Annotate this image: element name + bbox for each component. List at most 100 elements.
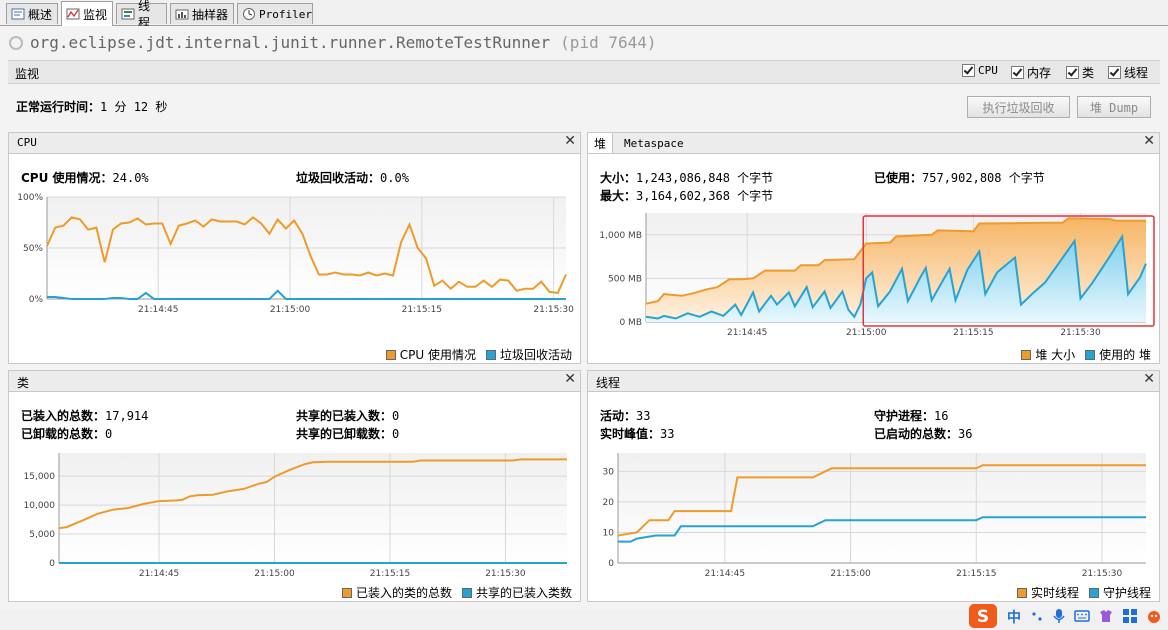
threads-live-value: 33 (636, 409, 651, 423)
y-tick-label: 50% (23, 244, 43, 254)
cpu-checkbox-box[interactable] (962, 64, 975, 77)
y-tick-label: 30 (603, 467, 615, 477)
threads-peak-stat: 实时峰值：33 (600, 425, 674, 442)
y-tick-label: 500 MB (608, 274, 642, 284)
heap-used-legend-swatch (1085, 349, 1096, 360)
tab-overview[interactable]: 概述 (6, 3, 58, 24)
perform-gc-button[interactable]: 执行垃圾回收 (967, 96, 1070, 118)
threads-checkbox[interactable]: 线程 (1108, 64, 1148, 81)
cpu-panel-header: CPU ✕ (9, 133, 580, 154)
heap-max-label: 最大： (600, 189, 637, 203)
tab-profiler-label: Profiler (259, 7, 312, 21)
heap-used-label: 已使用： (874, 171, 923, 185)
classes-panel: 类 ✕ 已装入的总数：17,914 已卸载的总数：0 共享的已装入数：0 共享的… (8, 370, 581, 602)
plot-area (59, 453, 567, 563)
x-tick-label: 21:14:45 (705, 569, 745, 579)
uptime-value: 1 分 12 秒 (100, 100, 168, 114)
overview-icon (11, 8, 25, 20)
skin-icon[interactable] (1098, 608, 1114, 624)
memory-checkbox-box[interactable] (1011, 66, 1024, 79)
shared-loaded-stat: 共享的已装入数：0 (296, 407, 399, 424)
tab-heap[interactable]: 堆 (588, 133, 614, 153)
heap-dump-button[interactable]: 堆 Dump (1077, 96, 1151, 118)
heap-panel: 堆 Metaspace ✕ 大小：1,243,086,848 个字节 最大：3,… (587, 132, 1160, 364)
x-tick-label: 21:15:30 (485, 569, 526, 579)
memory-checkbox[interactable]: 内存 (1011, 64, 1051, 81)
sampler-icon (175, 9, 189, 20)
profiler-icon (243, 8, 255, 20)
y-tick-label: 15,000 (24, 472, 56, 482)
live-threads-legend-swatch (1016, 587, 1027, 598)
svg-text:S: S (977, 607, 989, 627)
classes-panel-close-icon[interactable]: ✕ (564, 371, 576, 387)
cpu-panel-title: CPU (17, 136, 37, 149)
monitor-view: org.eclipse.jdt.internal.junit.runner.Re… (0, 26, 1168, 610)
keyboard-icon[interactable] (1074, 608, 1090, 624)
x-tick-label: 21:15:30 (1082, 569, 1123, 579)
cpu-panel-close-icon[interactable]: ✕ (564, 133, 576, 149)
shared-unloaded-value: 0 (392, 427, 400, 441)
tab-metaspace[interactable]: Metaspace (618, 133, 690, 153)
threads-icon (121, 8, 135, 20)
gc-legend-swatch (485, 349, 496, 360)
y-tick-label: 5,000 (29, 530, 55, 540)
sogou-ime-logo-icon[interactable]: S (968, 603, 998, 629)
threads-started-stat: 已启动的总数：36 (874, 425, 972, 442)
classes-checkbox-box[interactable] (1066, 66, 1079, 79)
x-tick-label: 21:15:00 (270, 305, 311, 315)
cpu-legend-usage: CPU 使用情况 (399, 348, 476, 362)
y-tick-label: 0 MB (619, 318, 642, 328)
threads-peak-value: 33 (660, 427, 675, 441)
microphone-icon[interactable] (1052, 608, 1066, 624)
tab-threads[interactable]: 线程 (116, 0, 167, 30)
shared-unloaded-label: 共享的已卸载数： (296, 427, 393, 441)
threads-checkbox-box[interactable] (1108, 66, 1121, 79)
shared-loaded-label: 共享的已装入数： (296, 409, 393, 423)
heap-legend-used: 使用的 堆 (1099, 348, 1151, 362)
heap-legend-size: 堆 大小 (1035, 348, 1076, 362)
punctuation-icon[interactable] (1030, 608, 1044, 624)
daemon-threads-legend-swatch (1088, 587, 1099, 598)
heap-legend: 堆 大小 使用的 堆 (1011, 346, 1151, 363)
gc-activity-value: 0.0% (380, 171, 409, 185)
cpu-usage-label: CPU 使用情况： (21, 171, 113, 185)
tab-profiler[interactable]: Profiler (237, 3, 313, 24)
classes-legend: 已装入的类的总数 共享的已装入类数 (332, 584, 572, 601)
threads-daemon-label: 守护进程： (874, 409, 935, 423)
monitor-icon (66, 8, 80, 20)
threads-panel-close-icon[interactable]: ✕ (1143, 371, 1155, 387)
x-tick-label: 21:15:00 (254, 569, 295, 579)
memory-checkbox-label: 内存 (1027, 66, 1052, 80)
classes-checkbox[interactable]: 类 (1066, 64, 1094, 81)
tab-sampler[interactable]: 抽样器 (170, 3, 234, 24)
ime-toolbar: S 中 (968, 602, 1162, 630)
x-tick-label: 21:15:15 (956, 569, 996, 579)
process-name: org.eclipse.jdt.internal.junit.runner.Re… (30, 33, 551, 52)
y-tick-label: 0 (608, 559, 614, 569)
threads-panel-header: 线程 ✕ (588, 371, 1159, 392)
tab-overview-label: 概述 (28, 7, 53, 22)
threads-panel-title: 线程 (596, 376, 621, 390)
tab-monitor[interactable]: 监视 (61, 1, 113, 26)
cpu-checkbox[interactable]: CPU (962, 64, 998, 77)
heap-panel-close-icon[interactable]: ✕ (1143, 133, 1155, 149)
x-tick-label: 21:15:00 (830, 569, 871, 579)
threads-panel: 线程 ✕ 活动：33 实时峰值：33 守护进程：16 已启动的总数：36 0 10… (587, 370, 1160, 602)
process-pid: (pid 7644) (560, 33, 657, 52)
toolbox-icon[interactable] (1122, 608, 1138, 624)
heap-used-value: 757,902,808 个字节 (922, 171, 1045, 185)
threads-live-label: 活动： (600, 409, 637, 423)
x-tick-label: 21:15:30 (533, 305, 574, 315)
mascot-icon[interactable] (1146, 608, 1162, 624)
classes-panel-header: 类 ✕ (9, 371, 580, 392)
cpu-checkbox-label: CPU (978, 64, 998, 77)
classes-checkbox-label: 类 (1082, 66, 1095, 80)
y-tick-label: 20 (603, 498, 615, 508)
gc-activity-stat: 垃圾回收活动：0.0% (296, 169, 409, 186)
threads-started-label: 已启动的总数： (874, 427, 959, 441)
y-tick-label: 1,000 MB (599, 231, 642, 241)
classes-panel-title: 类 (17, 376, 30, 390)
classes-unloaded-label: 已卸载的总数： (21, 427, 106, 441)
x-tick-label: 21:15:15 (402, 305, 442, 315)
chinese-mode-icon[interactable]: 中 (1006, 608, 1022, 624)
